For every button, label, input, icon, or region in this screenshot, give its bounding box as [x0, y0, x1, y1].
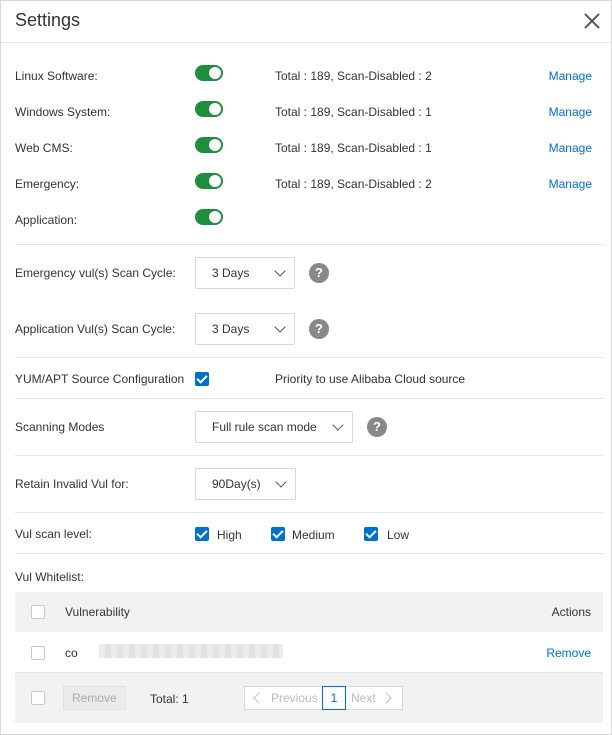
retain-select[interactable]: 90Day(s) — [195, 468, 296, 500]
source-config-row: YUM/APT Source Configuration Priority to… — [1, 369, 611, 389]
column-actions: Actions — [551, 605, 591, 619]
application-toggle[interactable] — [195, 209, 223, 225]
source-config-label: YUM/APT Source Configuration — [15, 372, 185, 386]
emergency-scan-select[interactable]: 3 Days — [195, 257, 295, 289]
scanning-modes-row: Scanning Modes Full rule scan mode ? — [1, 411, 611, 443]
settings-dialog: Settings Linux Software: Total : 189, Sc… — [0, 0, 612, 735]
toggle-row-linux: Linux Software: Total : 189, Scan-Disabl… — [1, 64, 611, 88]
chevron-right-icon — [380, 692, 392, 704]
retain-label: Retain Invalid Vul for: — [15, 477, 129, 491]
total-count: Total: 1 — [150, 692, 189, 706]
toggle-row-emergency: Emergency: Total : 189, Scan-Disabled : … — [1, 172, 611, 196]
vulnerability-name: co — [65, 646, 78, 660]
select-all-checkbox[interactable] — [31, 605, 45, 619]
chevron-down-icon — [274, 265, 286, 277]
medium-checkbox[interactable] — [271, 527, 285, 541]
chevron-down-icon — [274, 321, 286, 333]
whitelist-footer: Remove Total: 1 Previous 1 Next — [15, 673, 603, 723]
manage-link[interactable]: Manage — [549, 105, 592, 119]
emergency-toggle[interactable] — [195, 173, 223, 189]
scanning-modes-label: Scanning Modes — [15, 420, 105, 434]
remove-button[interactable]: Remove — [63, 686, 126, 710]
dialog-title: Settings — [15, 10, 81, 30]
application-scan-row: Application Vul(s) Scan Cycle: 3 Days ? — [1, 313, 611, 345]
previous-button[interactable]: Previous — [271, 691, 318, 705]
source-config-option: Priority to use Alibaba Cloud source — [275, 372, 466, 386]
chevron-left-icon — [253, 692, 265, 704]
manage-link[interactable]: Manage — [549, 69, 592, 83]
toggle-row-webcms: Web CMS: Total : 189, Scan-Disabled : 1 … — [1, 136, 611, 160]
toggle-info: Total : 189, Scan-Disabled : 1 — [275, 105, 432, 119]
dialog-header: Settings — [1, 1, 611, 43]
column-vulnerability: Vulnerability — [65, 605, 130, 619]
redacted-text — [99, 644, 283, 658]
application-scan-select[interactable]: 3 Days — [195, 313, 295, 345]
emergency-scan-label: Emergency vul(s) Scan Cycle: — [15, 266, 176, 280]
toggle-row-windows: Windows System: Total : 189, Scan-Disabl… — [1, 100, 611, 124]
toggle-label: Emergency: — [15, 177, 80, 191]
emergency-scan-row: Emergency vul(s) Scan Cycle: 3 Days ? — [1, 257, 611, 289]
low-label: Low — [387, 528, 410, 542]
manage-link[interactable]: Manage — [549, 141, 592, 155]
toggle-info: Total : 189, Scan-Disabled : 2 — [275, 69, 432, 83]
windows-system-toggle[interactable] — [195, 101, 223, 117]
page-1-button[interactable]: 1 — [322, 686, 346, 710]
help-icon[interactable]: ? — [309, 263, 329, 283]
select-value: 90Day(s) — [212, 477, 261, 491]
divider — [15, 244, 603, 245]
medium-label: Medium — [292, 528, 335, 542]
toggle-row-application: Application: — [1, 208, 611, 232]
toggle-label: Web CMS: — [15, 141, 73, 155]
divider — [15, 553, 603, 554]
pagination: Previous 1 Next — [244, 686, 403, 710]
table-row: co Remove — [15, 632, 603, 673]
scanning-modes-select[interactable]: Full rule scan mode — [195, 411, 353, 443]
scan-level-label: Vul scan level: — [15, 527, 92, 541]
chevron-down-icon — [275, 476, 287, 488]
select-value: Full rule scan mode — [212, 420, 317, 434]
select-value: 3 Days — [212, 266, 250, 280]
alibaba-source-checkbox[interactable] — [195, 372, 209, 386]
chevron-down-icon — [332, 419, 344, 431]
whitelist-label: Vul Whitelist: — [15, 570, 84, 584]
select-value: 3 Days — [212, 322, 250, 336]
next-button[interactable]: Next — [351, 691, 376, 705]
toggle-label: Windows System: — [15, 105, 111, 119]
toggle-label: Application: — [15, 213, 78, 227]
whitelist-table-header: Vulnerability Actions — [15, 592, 603, 632]
help-icon[interactable]: ? — [367, 417, 387, 437]
manage-link[interactable]: Manage — [549, 177, 592, 191]
help-icon[interactable]: ? — [309, 319, 329, 339]
web-cms-toggle[interactable] — [195, 137, 223, 153]
retain-row: Retain Invalid Vul for: 90Day(s) — [1, 468, 611, 500]
low-checkbox[interactable] — [364, 527, 378, 541]
high-label: High — [217, 528, 242, 542]
divider — [15, 398, 603, 399]
remove-link[interactable]: Remove — [546, 646, 591, 660]
application-scan-label: Application Vul(s) Scan Cycle: — [15, 322, 176, 336]
footer-checkbox[interactable] — [31, 691, 45, 705]
toggle-label: Linux Software: — [15, 69, 98, 83]
high-checkbox[interactable] — [195, 527, 209, 541]
row-checkbox[interactable] — [31, 646, 45, 660]
divider — [15, 512, 603, 513]
toggle-info: Total : 189, Scan-Disabled : 1 — [275, 141, 432, 155]
divider — [15, 455, 603, 456]
scan-level-row: Vul scan level: High Medium Low — [1, 524, 611, 544]
close-icon[interactable] — [583, 12, 601, 30]
linux-software-toggle[interactable] — [195, 65, 223, 81]
toggle-info: Total : 189, Scan-Disabled : 2 — [275, 177, 432, 191]
divider — [15, 357, 603, 358]
